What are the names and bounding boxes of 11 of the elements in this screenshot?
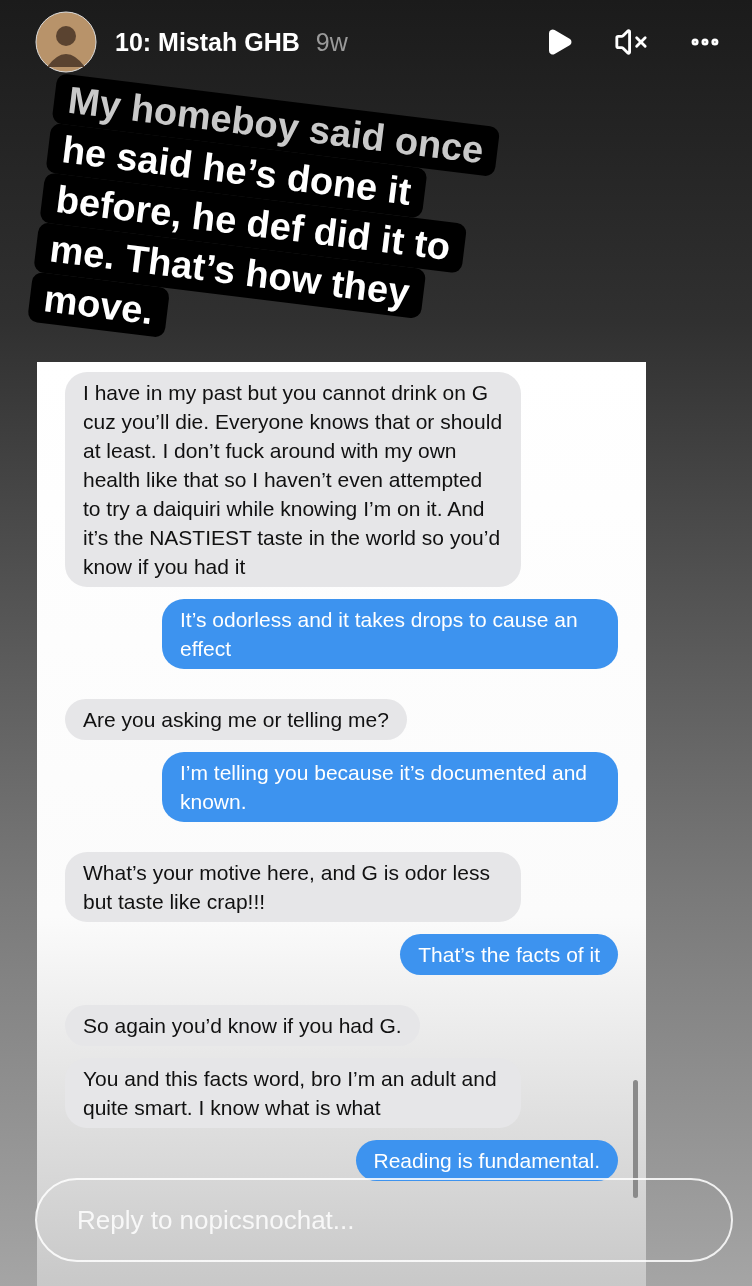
- username[interactable]: 10: Mistah GHB: [115, 27, 300, 57]
- post-age: 9w: [315, 27, 348, 57]
- avatar[interactable]: [35, 11, 97, 73]
- received-message: So again you’d know if you had G.: [65, 1005, 420, 1046]
- received-message: Are you asking me or telling me?: [65, 699, 407, 740]
- received-message: What’s your motive here, and G is odor less but taste like crap!!!: [65, 852, 521, 922]
- sent-message: Reading is fundamental.: [355, 1140, 618, 1181]
- sent-message: It’s odorless and it takes drops to cause an effect: [162, 599, 618, 669]
- sent-message: That’s the facts of it: [400, 934, 618, 975]
- sent-message: I’m telling you because it’s documented and known.: [162, 752, 618, 822]
- received-message: I have in my past but you cannot drink on G cuz you’ll die. Everyone knows that or should at least. I don’t fuck around with my own health like that so I haven’t even attempted to try a daiquiri while knowing I’m on it. And it’s the NASTIEST taste in the world so you’d know if you had it: [65, 372, 521, 587]
